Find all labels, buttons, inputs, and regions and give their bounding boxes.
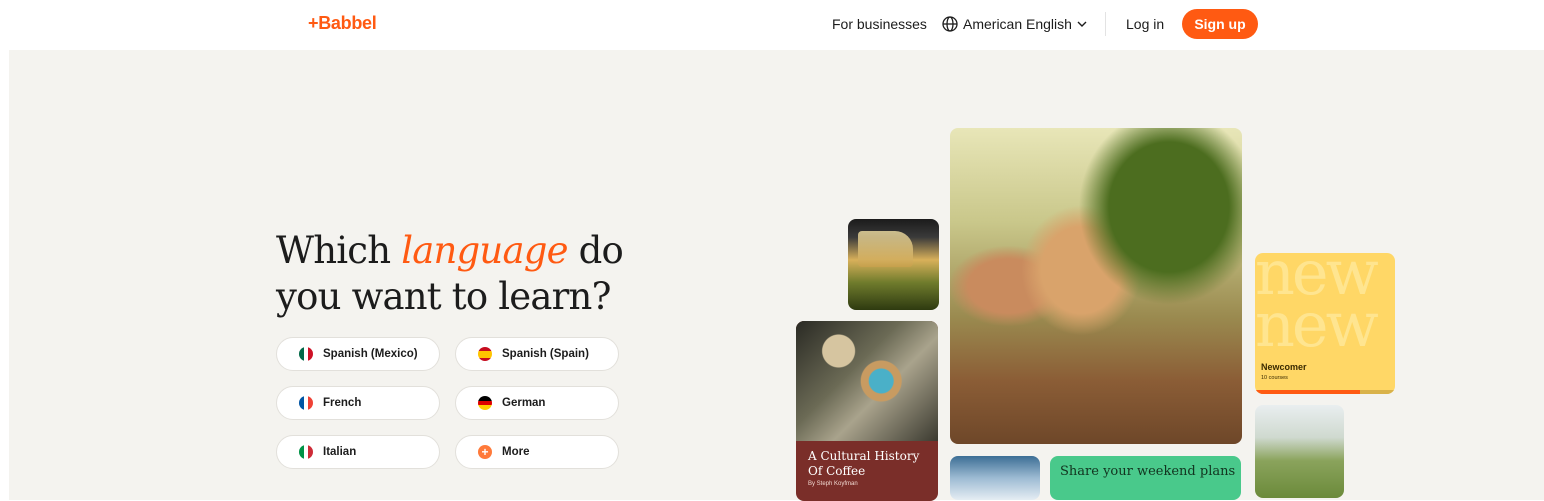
coffee-article-title: A Cultural History Of Coffee (808, 449, 920, 478)
car-window-photo (848, 219, 939, 310)
for-businesses-link[interactable]: For businesses (832, 16, 927, 32)
sky-photo (950, 456, 1040, 500)
car-window-view (858, 231, 913, 267)
plus-icon: + (478, 445, 492, 459)
garden-photo (1255, 405, 1344, 498)
language-option-label: More (502, 446, 530, 458)
headline-accent: language (401, 229, 568, 272)
italy-flag-icon (299, 445, 313, 459)
header-divider (1105, 12, 1106, 36)
language-option-label: German (502, 397, 546, 409)
language-option-label: Italian (323, 446, 357, 458)
newcomer-course-card: new new Newcomer 10 courses (1255, 253, 1395, 394)
language-option-label: Spanish (Spain) (502, 348, 589, 360)
language-option-german[interactable]: German (455, 386, 619, 420)
language-option-spanish-spain[interactable]: Spanish (Spain) (455, 337, 619, 371)
language-option-more[interactable]: + More (455, 435, 619, 469)
newcomer-label: Newcomer (1261, 362, 1307, 372)
language-option-french[interactable]: French (276, 386, 440, 420)
globe-icon (942, 16, 958, 32)
coffee-article-author: By Steph Koyfman (808, 481, 858, 487)
newcomer-background-text: new new (1255, 253, 1379, 361)
top-header: +Babbel For businesses American English … (0, 0, 1544, 50)
signup-button[interactable]: Sign up (1182, 9, 1258, 39)
friends-drinking-photo (950, 128, 1242, 444)
language-option-spanish-mexico[interactable]: Spanish (Mexico) (276, 337, 440, 371)
language-option-label: French (323, 397, 362, 409)
mexico-flag-icon (299, 347, 313, 361)
language-selector-label: American English (963, 16, 1072, 32)
weekend-plans-text: Share your weekend plans (1060, 464, 1236, 479)
newcomer-progress-bar (1255, 390, 1395, 394)
newcomer-progress-fill (1255, 390, 1360, 394)
coffee-table-photo (796, 321, 938, 441)
headline-text-start: Which (276, 229, 402, 272)
chevron-down-icon (1077, 21, 1087, 27)
hero-headline: Which language do you want to learn? (276, 228, 696, 320)
babbel-logo[interactable]: +Babbel (308, 13, 377, 34)
weekend-plans-card: Share your weekend plans (1050, 456, 1241, 500)
spain-flag-icon (478, 347, 492, 361)
france-flag-icon (299, 396, 313, 410)
coffee-article-card: A Cultural History Of Coffee By Steph Ko… (796, 321, 938, 501)
language-option-label: Spanish (Mexico) (323, 348, 418, 360)
login-link[interactable]: Log in (1126, 16, 1164, 32)
language-option-italian[interactable]: Italian (276, 435, 440, 469)
germany-flag-icon (478, 396, 492, 410)
newcomer-course-count: 10 courses (1261, 375, 1288, 381)
language-selector[interactable]: American English (942, 14, 1087, 34)
